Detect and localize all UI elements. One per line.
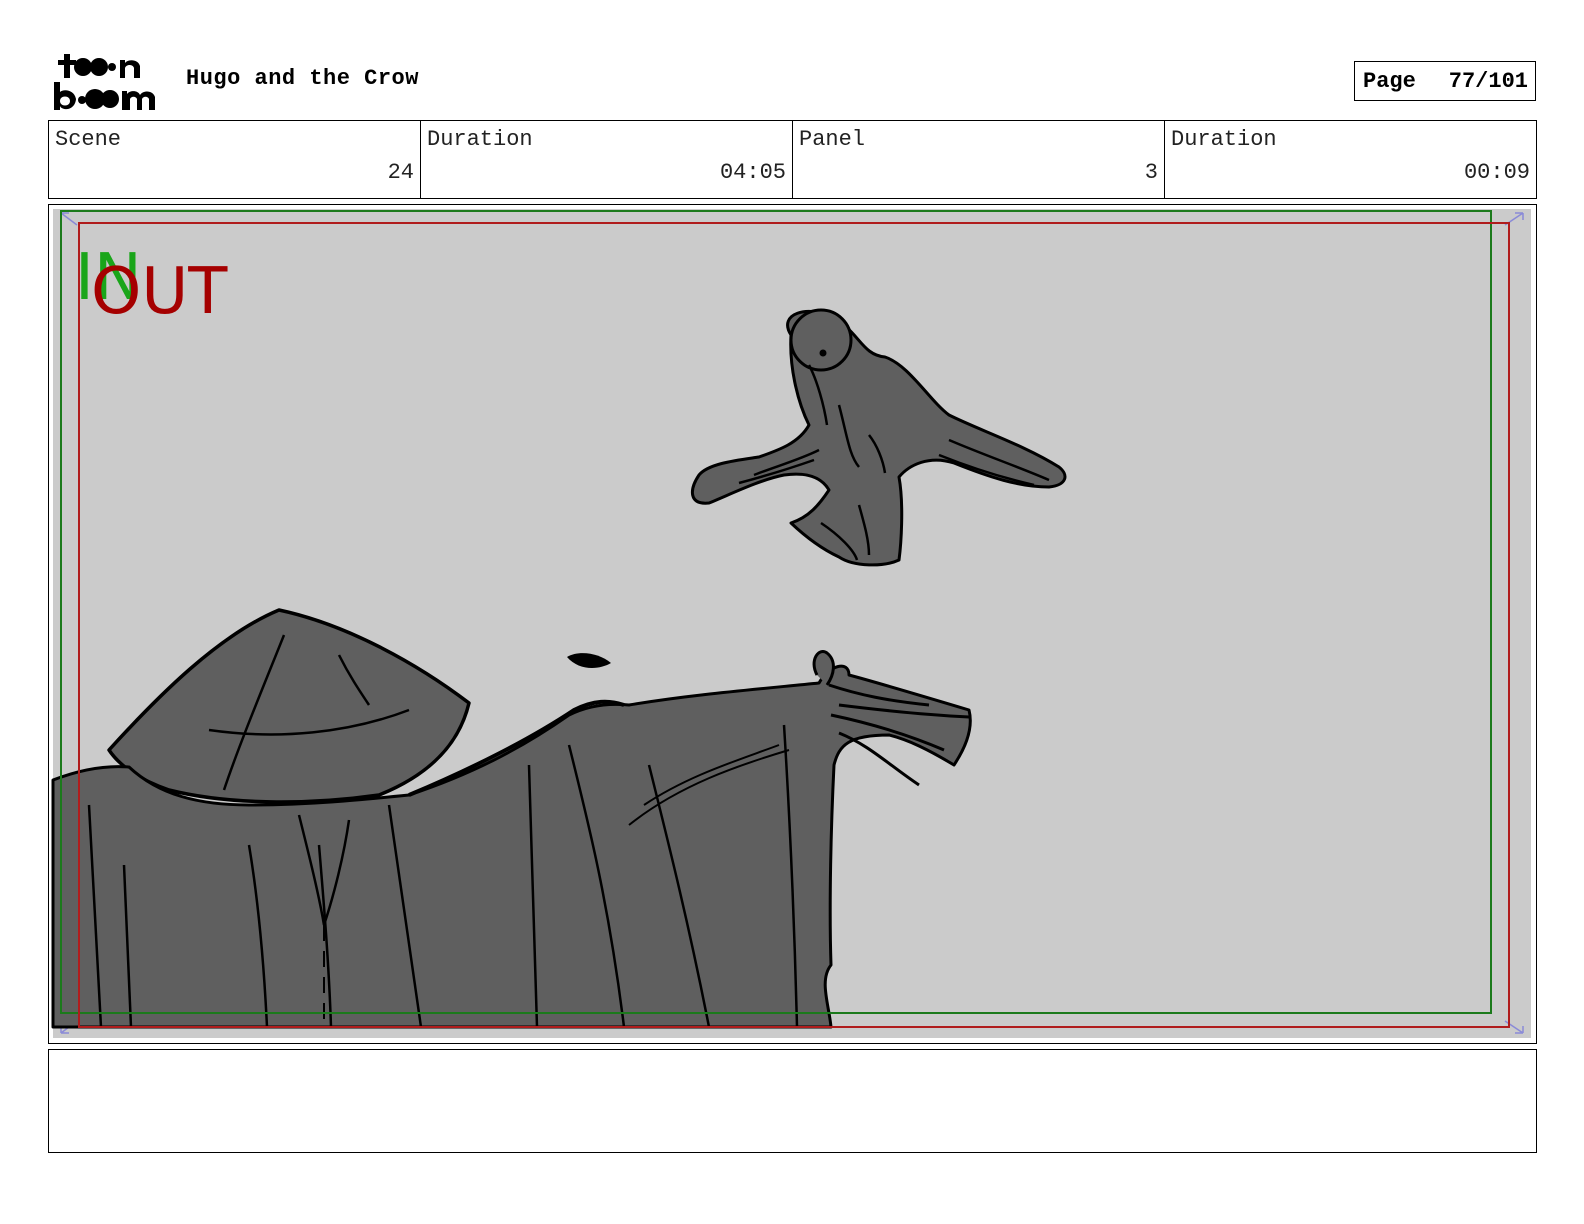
page-indicator: Page 77/101 <box>1354 61 1536 101</box>
scene-info-table: Scene 24 Duration 04:05 Panel 3 Duration… <box>48 120 1537 199</box>
panel-label: Panel <box>799 127 866 152</box>
panel-duration-value: 00:09 <box>1463 160 1530 185</box>
page-number: 77/101 <box>1448 68 1528 94</box>
panel-value: 3 <box>1144 160 1158 185</box>
scene-duration-label: Duration <box>427 127 533 152</box>
scene-value: 24 <box>387 160 414 185</box>
toon-boom-logo <box>54 54 155 110</box>
page-label: Page <box>1363 68 1416 94</box>
out-marker: OUT <box>91 255 228 329</box>
scene-duration-value: 04:05 <box>719 160 786 185</box>
panel-drawing: IN OUT <box>51 209 1531 1038</box>
scene-label: Scene <box>55 127 122 152</box>
panel-duration-cell: Duration 00:09 <box>1165 121 1536 198</box>
panel-notes[interactable] <box>48 1049 1537 1153</box>
project-title: Hugo and the Crow <box>186 66 419 91</box>
storyboard-panel: IN OUT <box>48 204 1537 1044</box>
panel-duration-label: Duration <box>1171 127 1277 152</box>
panel-cell: Panel 3 <box>793 121 1165 198</box>
scene-cell: Scene 24 <box>49 121 421 198</box>
scene-duration-cell: Duration 04:05 <box>421 121 793 198</box>
